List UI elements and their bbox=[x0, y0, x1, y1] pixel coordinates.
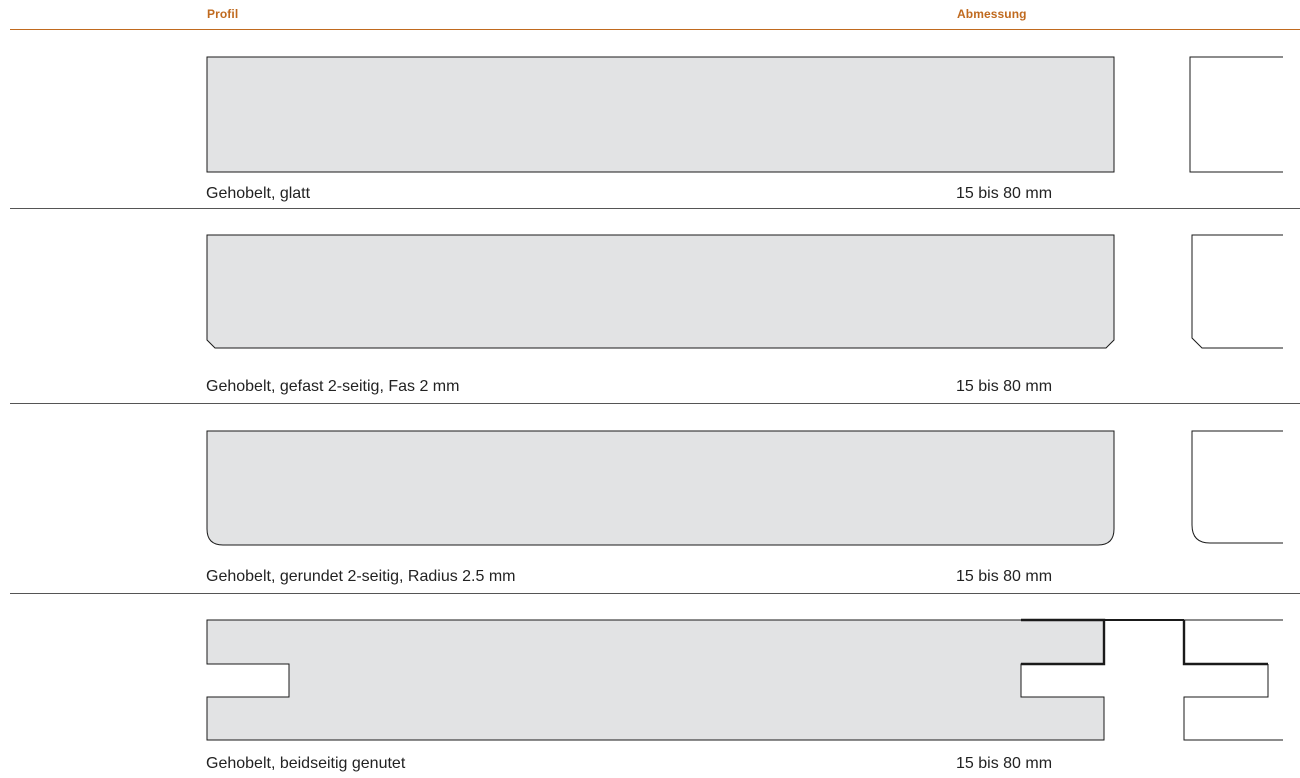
edge-detail-grooved bbox=[1182, 619, 1283, 741]
row-divider bbox=[10, 208, 1300, 209]
profile-dimension: 15 bis 80 mm bbox=[956, 568, 1053, 585]
edge-detail-chamfer bbox=[1191, 234, 1283, 349]
profile-drawing-rounded bbox=[206, 430, 1283, 546]
profile-dimension: 15 bis 80 mm bbox=[956, 185, 1053, 202]
row-divider bbox=[10, 593, 1300, 594]
profile-name: Gehobelt, gerundet 2-seitig, Radius 2.5 … bbox=[206, 568, 516, 585]
profile-name: Gehobelt, gefast 2-seitig, Fas 2 mm bbox=[206, 378, 460, 395]
profile-drawing-square bbox=[206, 56, 1283, 173]
row-divider bbox=[10, 403, 1300, 404]
profile-drawing-chamfer bbox=[206, 234, 1283, 349]
profile-name: Gehobelt, glatt bbox=[206, 185, 311, 202]
profile-name: Gehobelt, beidseitig genutet bbox=[206, 755, 406, 772]
profile-drawing-grooved bbox=[206, 618, 1283, 741]
profile-dimension: 15 bis 80 mm bbox=[956, 378, 1053, 395]
edge-detail-rounded bbox=[1191, 430, 1283, 544]
edge-detail-square bbox=[1189, 56, 1283, 173]
profile-drawings bbox=[206, 56, 1283, 741]
profile-dimension: 15 bis 80 mm bbox=[956, 755, 1053, 772]
